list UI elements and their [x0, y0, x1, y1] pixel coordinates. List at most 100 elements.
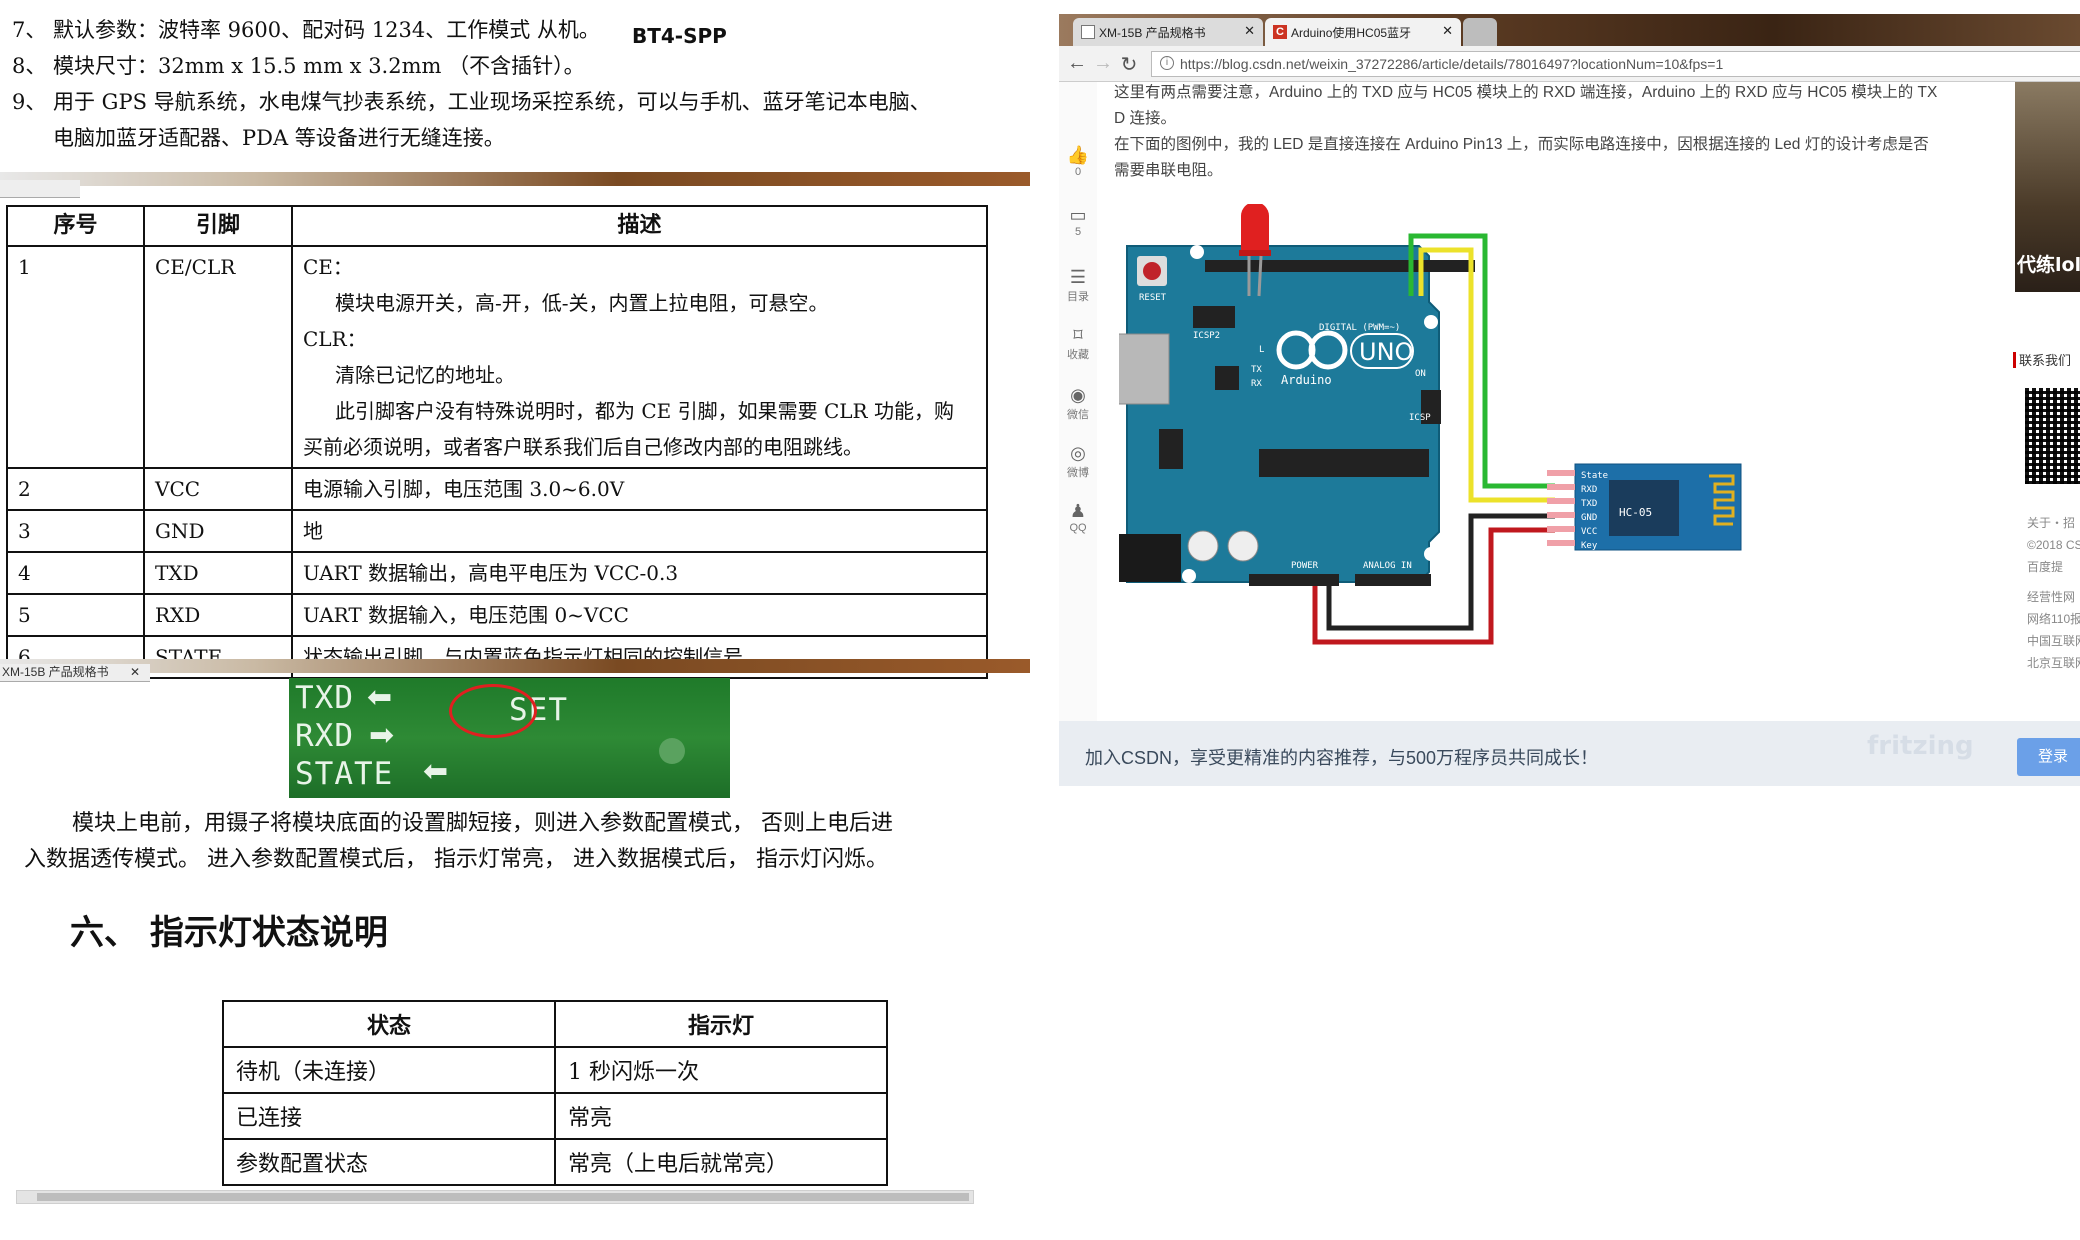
spec-num: 7、 [12, 18, 47, 42]
pin-name: TXD [143, 551, 293, 595]
footer-link[interactable]: 北京互联网 [2027, 652, 2080, 674]
hc05-pin [1547, 470, 1575, 476]
comment-icon: ▭ [1069, 205, 1087, 225]
wire-yellow [1418, 247, 1555, 503]
led-leg [1257, 255, 1263, 297]
tab-arduino[interactable]: C Arduino使用HC05蓝牙 ✕ [1265, 18, 1461, 46]
table-row: 4 TXD UART 数据输出，高电平电压为 VCC-0.3 [6, 551, 988, 595]
scrollbar-thumb[interactable] [37, 1193, 969, 1201]
pin-name: VCC [143, 467, 293, 511]
pin-desc: UART 数据输出，高电平电压为 VCC-0.3 [291, 551, 988, 595]
wechat-button[interactable]: ◉ 微信 [1059, 384, 1097, 422]
pin-header-num: 序号 [6, 205, 145, 247]
wechat-label: 微信 [1067, 409, 1089, 421]
left-window-tabstrip [0, 180, 80, 198]
analog-header [1355, 574, 1431, 586]
article-line: 这里有两点需要注意，Arduino 上的 TXD 应与 HC05 模块上的 RX… [1114, 84, 1938, 101]
qq-icon: ♟ [1069, 501, 1087, 521]
hc05-pin [1547, 484, 1575, 490]
module-name: BT4-SPP [632, 24, 727, 48]
table-row: 参数配置状态 常亮（上电后就常亮） [222, 1138, 888, 1186]
mount-hole [1190, 245, 1204, 259]
desc-line: CE： [303, 255, 353, 279]
spec-text: 用于 GPS 导航系统，水电煤气抄表系统，工业现场采控系统，可以与手机、蓝牙笔记… [53, 90, 931, 114]
led-header-state: 状态 [222, 1000, 556, 1048]
browser-toolbar: ← → ↻ i https://blog.csdn.net/weixin_372… [1059, 46, 2080, 82]
weibo-button[interactable]: ◎ 微博 [1059, 442, 1097, 480]
desc-line: 此引脚客户没有特殊说明时，都为 CE 引脚，如果需要 CLR 功能，购 [335, 399, 954, 423]
login-button[interactable]: 登录 [2017, 738, 2080, 776]
table-row: 3 GND 地 [6, 509, 988, 553]
hc05-pin-label: State [1581, 471, 1608, 481]
mount-hole [1182, 569, 1196, 583]
footer-link[interactable]: 网络110报 [2027, 608, 2080, 630]
mount-hole [1424, 547, 1438, 561]
section-marker [2013, 352, 2016, 368]
qr-code [2025, 388, 2080, 484]
comment-count: 5 [1074, 226, 1082, 238]
weibo-icon: ◎ [1070, 443, 1086, 463]
voltage-regulator [1159, 429, 1183, 469]
footer-link[interactable]: 百度提 [2027, 556, 2080, 578]
back-icon[interactable]: ← [1065, 52, 1089, 75]
wiring-diagram: RESET ICSP2 DIGITAL (PWM=~) UNO Arduino … [1119, 204, 1742, 645]
close-icon[interactable]: ✕ [1442, 23, 1453, 39]
table-row: 5 RXD UART 数据输入，电压范围 0~VCC [6, 593, 988, 637]
doc-tab-label: XM-15B 产品规格书 [2, 665, 109, 679]
microcontroller-chip [1259, 449, 1429, 477]
analog-label: ANALOG IN [1363, 561, 1412, 571]
csdn-icon: C [1273, 25, 1287, 39]
pin-desc: 电源输入引脚，电压范围 3.0~6.0V [291, 467, 988, 511]
horizontal-scrollbar[interactable] [16, 1190, 974, 1204]
photo-label-rxd: RXD [295, 718, 354, 754]
arrow-left-icon: ⬅ [423, 754, 449, 789]
desc-line: 清除已记忆的地址。 [335, 363, 515, 387]
advertisement[interactable]: 代练lol [2015, 82, 2080, 292]
spec-text: 模块尺寸：32mm x 15.5 mm x 3.2mm （不含插针）。 [53, 54, 585, 78]
pin-num: 2 [6, 467, 145, 511]
reset-button-cap [1143, 262, 1161, 280]
signup-banner: 加入CSDN，享受更精准的内容推荐，与500万程序员共同成长！ fritzing… [1059, 721, 2080, 786]
footer-link[interactable]: 中国互联网 [2027, 630, 2080, 652]
doc-tab[interactable]: XM-15B 产品规格书 ✕ [0, 664, 150, 682]
power-label: POWER [1291, 561, 1319, 571]
bookmark-button[interactable]: ⌑ 收藏 [1059, 324, 1097, 362]
toc-icon: ☰ [1069, 267, 1087, 287]
reload-icon[interactable]: ↻ [1117, 52, 1141, 77]
close-icon[interactable]: ✕ [130, 664, 140, 680]
pin-num: 5 [6, 593, 145, 637]
paragraph-line: 模块上电前，用镊子将模块底面的设置脚短接，则进入参数配置模式， 否则上电后进 [72, 811, 893, 836]
info-icon[interactable]: i [1160, 56, 1174, 70]
close-icon[interactable]: ✕ [1244, 23, 1255, 39]
footer-links: 关于・招 ©2018 CS 百度提 经营性网 网络110报 中国互联网 北京互联… [2027, 512, 2080, 674]
tab-spec[interactable]: XM-15B 产品规格书 ✕ [1073, 18, 1263, 46]
arduino-board [1126, 245, 1440, 583]
window-separator [0, 172, 1030, 186]
new-tab-button[interactable] [1463, 18, 1497, 46]
tab-label: Arduino使用HC05蓝牙 [1291, 26, 1412, 40]
table-row: 1 CE/CLR CE： 模块电源开关，高-开，低-关，内置上拉电阻，可悬空。 … [6, 245, 988, 469]
forward-icon[interactable]: → [1091, 52, 1115, 75]
usb-port [1119, 333, 1170, 405]
comment-button[interactable]: ▭ 5 [1059, 204, 1097, 238]
pin-header-pin: 引脚 [143, 205, 293, 247]
rx-label: RX [1251, 379, 1262, 389]
qq-button[interactable]: ♟ QQ [1059, 500, 1097, 534]
like-button[interactable]: 👍 0 [1059, 144, 1097, 178]
article-sidebar: 👍 0 ▭ 5 ☰ 目录 ⌑ 收藏 ◉ 微信 ◎ 微博 ♟ QQ [1059, 82, 1097, 722]
contact-section: 联系我们 [2013, 350, 2071, 369]
footer-link[interactable]: 经营性网 [2027, 586, 2080, 608]
pin-name: GND [143, 509, 293, 553]
browser-window: XM-15B 产品规格书 ✕ C Arduino使用HC05蓝牙 ✕ ← → ↻… [1059, 14, 2080, 786]
brand-label: Arduino [1281, 373, 1332, 387]
hc05-pin-label: TXD [1581, 499, 1597, 509]
footer-link[interactable]: 关于・招 [2027, 512, 2080, 534]
toc-button[interactable]: ☰ 目录 [1059, 266, 1097, 304]
led-header-indicator: 指示灯 [554, 1000, 888, 1048]
pin-name: CE/CLR [143, 245, 293, 469]
l-label: L [1259, 345, 1264, 355]
address-bar[interactable]: i https://blog.csdn.net/weixin_37272286/… [1151, 51, 2080, 77]
table-row: 待机（未连接） 1 秒闪烁一次 [222, 1046, 888, 1094]
power-header [1249, 574, 1339, 586]
tx-label: TX [1251, 365, 1262, 375]
